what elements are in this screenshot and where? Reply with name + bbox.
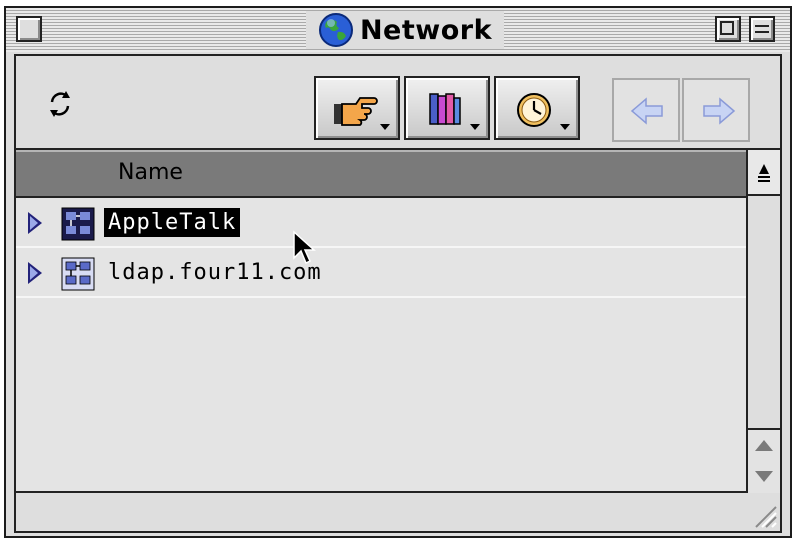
title-plate: Network (306, 11, 504, 49)
disclosure-triangle-icon[interactable] (28, 212, 42, 234)
collapse-box[interactable] (749, 16, 775, 42)
name-column-header[interactable]: Name (16, 150, 746, 198)
back-arrow-icon (630, 97, 663, 125)
scroll-down-button[interactable] (748, 460, 780, 494)
sort-triangle-icon (758, 164, 770, 182)
resize-grip-icon (755, 506, 777, 528)
list-item[interactable]: ldap.four11.com (16, 250, 746, 298)
globe-icon (318, 13, 353, 47)
resize-handle[interactable] (748, 493, 782, 533)
network-list[interactable]: Name AppleTalk ldap.four11.com (14, 148, 748, 493)
window-title: Network (359, 14, 493, 46)
forward-button[interactable] (682, 78, 750, 142)
column-sort-button[interactable] (748, 150, 780, 196)
scroll-up-button[interactable] (748, 428, 780, 462)
list-item[interactable]: AppleTalk (16, 200, 746, 248)
toolbar (14, 54, 782, 148)
title-bar[interactable]: Network (6, 8, 790, 52)
network-window: Network Name AppleTalk ldap.four11.com (4, 6, 792, 538)
zoom-box[interactable] (715, 16, 741, 42)
close-box[interactable] (16, 16, 42, 42)
books-icon (429, 93, 461, 125)
back-button[interactable] (612, 78, 680, 142)
vertical-scrollbar[interactable] (748, 148, 782, 494)
down-arrow-icon (755, 471, 773, 482)
refresh-arrows-icon[interactable] (44, 88, 76, 120)
mouse-pointer-icon (293, 230, 316, 265)
row-label: AppleTalk (104, 208, 241, 237)
shortcuts-button[interactable] (404, 76, 490, 140)
recent-button[interactable] (494, 76, 580, 140)
up-arrow-icon (755, 440, 773, 451)
status-bar (14, 493, 756, 533)
network-zone-icon (61, 257, 95, 291)
favorites-button[interactable] (314, 76, 400, 140)
network-zone-icon (61, 207, 95, 241)
disclosure-triangle-icon[interactable] (28, 262, 42, 284)
clock-icon (517, 93, 551, 127)
forward-arrow-icon (703, 97, 736, 125)
pointing-hand-icon (334, 97, 378, 126)
name-column-label: Name (118, 160, 183, 185)
